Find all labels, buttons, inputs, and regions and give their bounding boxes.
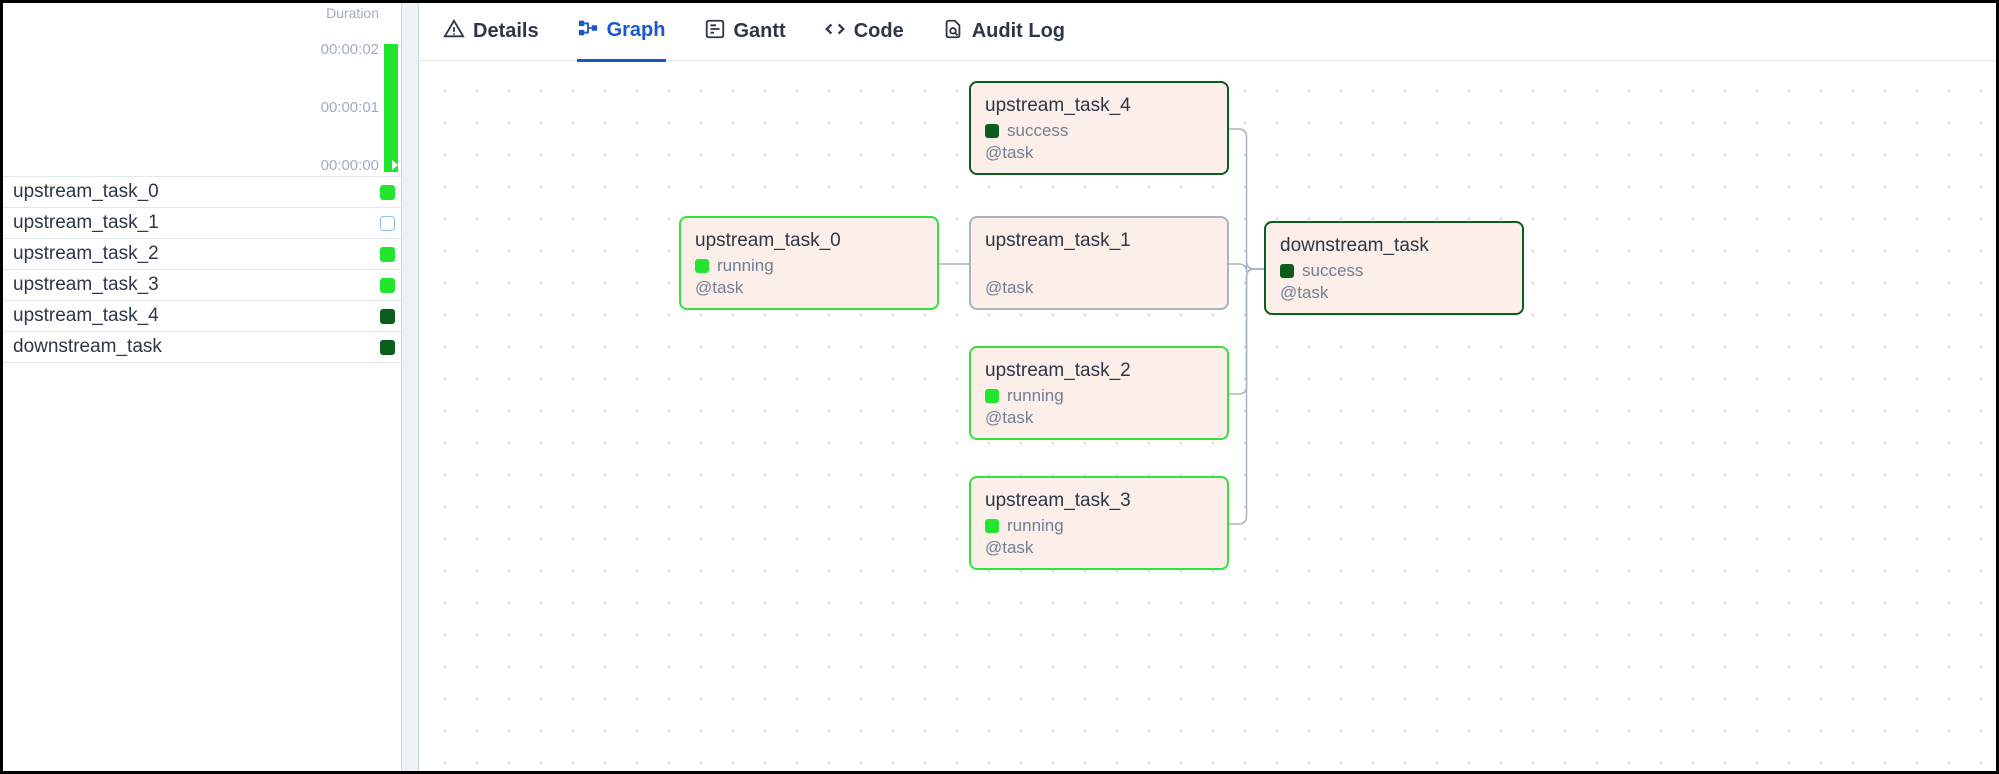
task-row-upstream_task_3[interactable]: upstream_task_3: [3, 270, 401, 301]
node-title: upstream_task_3: [985, 490, 1213, 512]
tab-details[interactable]: Details: [443, 18, 539, 60]
node-title: upstream_task_0: [695, 230, 923, 252]
tabs: Details Graph Gantt Code Audit Log: [419, 3, 1996, 61]
node-status: success: [985, 121, 1213, 141]
graph-canvas[interactable]: upstream_task_4success@taskupstream_task…: [419, 61, 1996, 771]
tab-gantt[interactable]: Gantt: [704, 18, 786, 60]
node-title: upstream_task_1: [985, 230, 1213, 252]
edge-upstream_task_4-to-downstream_task: [1229, 129, 1264, 269]
tab-label: Details: [473, 20, 539, 43]
graph-node-upstream_task_0[interactable]: upstream_task_0running@task: [679, 216, 939, 310]
node-decorator: @task: [695, 278, 923, 298]
status-square-icon: [380, 309, 395, 324]
status-dot-icon: [695, 259, 709, 273]
node-decorator: @task: [985, 143, 1213, 163]
node-title: upstream_task_4: [985, 95, 1213, 117]
task-row-label: upstream_task_1: [13, 212, 159, 234]
details-icon: [443, 18, 465, 46]
status-square-icon: [380, 247, 395, 262]
tab-label: Gantt: [734, 20, 786, 43]
task-row-label: upstream_task_2: [13, 243, 159, 265]
task-list: upstream_task_0 upstream_task_1 upstream_t…: [3, 177, 401, 363]
status-square-icon: [380, 185, 395, 200]
task-row-upstream_task_1[interactable]: upstream_task_1: [3, 208, 401, 239]
task-row-upstream_task_2[interactable]: upstream_task_2: [3, 239, 401, 270]
node-status-label: success: [1007, 121, 1068, 141]
node-decorator: @task: [1280, 283, 1508, 303]
graph-node-upstream_task_3[interactable]: upstream_task_3running@task: [969, 476, 1229, 570]
status-dot-icon: [1280, 264, 1294, 278]
status-square-icon: [380, 278, 395, 293]
tab-graph[interactable]: Graph: [577, 17, 666, 62]
task-row-upstream_task_4[interactable]: upstream_task_4: [3, 301, 401, 332]
node-status-label: running: [717, 256, 774, 276]
edge-upstream_task_2-to-downstream_task: [1229, 269, 1264, 394]
duration-tick: 00:00:00: [321, 157, 379, 174]
edge-upstream_task_1-to-downstream_task: [1229, 261, 1264, 272]
status-square-icon: [380, 340, 395, 355]
pane-divider[interactable]: [401, 3, 419, 771]
graph-icon: [577, 17, 599, 45]
main-pane: Details Graph Gantt Code Audit Log upstream_…: [419, 3, 1996, 771]
node-title: upstream_task_2: [985, 360, 1213, 382]
sidebar: Duration 00:00:02 00:00:01 00:00:00 upst…: [3, 3, 401, 771]
duration-tick: 00:00:02: [321, 41, 379, 58]
status-square-icon: [380, 216, 395, 231]
tab-label: Graph: [607, 19, 666, 42]
node-status-label: success: [1302, 261, 1363, 281]
node-status: running: [695, 256, 923, 276]
task-row-downstream_task[interactable]: downstream_task: [3, 332, 401, 363]
tab-code[interactable]: Code: [824, 18, 904, 60]
task-row-label: upstream_task_0: [13, 181, 159, 203]
auditlog-icon: [942, 18, 964, 46]
graph-node-upstream_task_4[interactable]: upstream_task_4success@task: [969, 81, 1229, 175]
tab-auditlog[interactable]: Audit Log: [942, 18, 1065, 60]
task-row-label: upstream_task_3: [13, 274, 159, 296]
duration-tick: 00:00:01: [321, 99, 379, 116]
code-icon: [824, 18, 846, 46]
node-decorator: @task: [985, 408, 1213, 428]
node-status-label: running: [1007, 516, 1064, 536]
task-row-label: downstream_task: [13, 336, 162, 358]
task-row-label: upstream_task_4: [13, 305, 159, 327]
node-status: running: [985, 386, 1213, 406]
edge-upstream_task_3-to-downstream_task: [1229, 269, 1264, 524]
node-status: running: [985, 516, 1213, 536]
status-dot-icon: [985, 124, 999, 138]
node-decorator: @task: [985, 278, 1213, 298]
graph-node-downstream_task[interactable]: downstream_tasksuccess@task: [1264, 221, 1524, 315]
tab-label: Audit Log: [972, 20, 1065, 43]
node-status: success: [1280, 261, 1508, 281]
graph-node-upstream_task_2[interactable]: upstream_task_2running@task: [969, 346, 1229, 440]
duration-chart: Duration 00:00:02 00:00:01 00:00:00: [3, 3, 401, 177]
status-dot-icon: [985, 519, 999, 533]
status-dot-icon: [985, 389, 999, 403]
node-title: downstream_task: [1280, 235, 1508, 257]
graph-node-upstream_task_1[interactable]: upstream_task_1 @task: [969, 216, 1229, 310]
play-indicator-icon: [392, 160, 398, 170]
node-status: [985, 256, 1213, 276]
node-decorator: @task: [985, 538, 1213, 558]
tab-label: Code: [854, 20, 904, 43]
gantt-icon: [704, 18, 726, 46]
node-status-label: running: [1007, 386, 1064, 406]
duration-label: Duration: [326, 5, 379, 21]
task-row-upstream_task_0[interactable]: upstream_task_0: [3, 177, 401, 208]
duration-bar: [384, 44, 398, 172]
